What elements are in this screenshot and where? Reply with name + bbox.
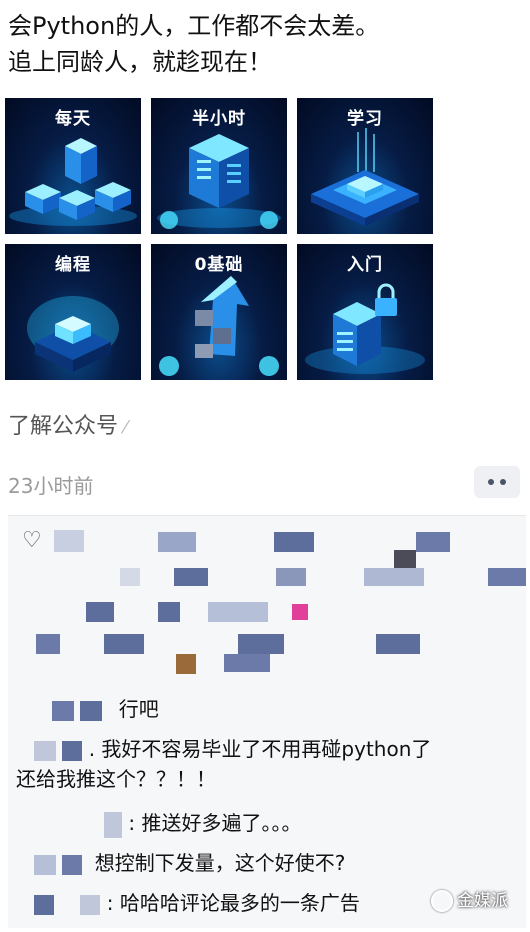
obscured-avatar — [292, 604, 308, 620]
obscured-name — [120, 568, 140, 586]
comment-text: 行吧 — [118, 697, 159, 721]
ad-line-2: 追上同龄人，就趁现在！ — [8, 48, 272, 76]
obscured-name — [488, 568, 526, 586]
obscured-commenter — [34, 894, 54, 915]
obscured-name — [376, 634, 420, 654]
heart-icon[interactable]: ♡ — [22, 528, 42, 553]
obscured-name — [36, 634, 60, 654]
comment-text: . 我好不容易毕业了不用再碰python了 — [88, 737, 432, 761]
obscured-commenter — [34, 740, 56, 761]
tile-label: 编程 — [55, 255, 91, 275]
obscured-name — [158, 532, 196, 552]
comment-text: : 推送好多遍了。。。 — [128, 811, 302, 835]
learn-more-link[interactable]: 了解公众号 ⁄ — [8, 408, 127, 440]
ad-line-1: 会Python的人，工作都不会太差。 — [8, 12, 380, 40]
obscured-commenter — [34, 854, 56, 875]
obscured-name — [364, 568, 424, 586]
comment-item[interactable]: 想控制下发量，这个好使不? — [8, 848, 526, 878]
obscured-commenter — [104, 811, 122, 838]
obscured-name — [238, 634, 284, 654]
watermark-logo-icon — [431, 890, 453, 912]
obscured-name — [174, 568, 208, 586]
comment-text: : 哈哈哈评论最多的一条广告 — [106, 891, 360, 915]
comment-panel: ♡ 行吧 . 我好不容易毕业了不用再碰python了 还给我推这个？？！！: … — [8, 515, 526, 928]
comment-item[interactable]: 行吧 — [8, 694, 526, 724]
obscured-name — [224, 654, 270, 672]
tile-programming[interactable]: 编程 — [5, 244, 141, 380]
tile-label: 0基础 — [194, 255, 244, 275]
obscured-commenter — [80, 894, 101, 915]
obscured-name — [86, 602, 114, 622]
comment-text: 想控制下发量，这个好使不? — [94, 851, 346, 875]
comment-text-continued: 还给我推这个？？！！ — [16, 767, 216, 791]
tile-label: 入门 — [347, 255, 383, 275]
comment-item[interactable]: . 我好不容易毕业了不用再碰python了 还给我推这个？？！！ — [8, 734, 526, 794]
obscured-name — [208, 602, 268, 622]
tile-daily[interactable]: 每天 — [5, 98, 141, 234]
obscured-commenter — [52, 700, 74, 721]
watermark-text: 金媒派 — [457, 891, 508, 911]
tile-label: 每天 — [55, 109, 91, 129]
ad-image-grid[interactable]: 每天 半小时 学习 编程 0基础 入门 — [5, 98, 435, 382]
tile-getting-started[interactable]: 入门 — [297, 244, 433, 380]
obscured-name — [416, 532, 450, 552]
obscured-name — [158, 602, 180, 622]
watermark: 金媒派 — [431, 886, 508, 912]
link-pin-icon: ⁄ — [124, 417, 128, 438]
obscured-commenter — [62, 854, 83, 875]
ad-text: 会Python的人，工作都不会太差。 追上同龄人，就趁现在！ — [8, 8, 522, 80]
obscured-name — [394, 550, 416, 568]
obscured-name — [54, 530, 84, 552]
obscured-commenter — [62, 740, 83, 761]
tile-half-hour[interactable]: 半小时 — [151, 98, 287, 234]
obscured-name — [276, 568, 306, 586]
obscured-commenter — [80, 700, 103, 721]
obscured-name — [104, 634, 144, 654]
learn-more-text: 了解公众号 — [8, 414, 119, 439]
tile-study[interactable]: 学习 — [297, 98, 433, 234]
obscured-name — [274, 532, 314, 552]
more-options-button[interactable] — [474, 466, 520, 498]
more-dots-icon — [488, 479, 494, 485]
likes-area: ♡ — [8, 516, 526, 686]
tile-label: 学习 — [347, 109, 383, 129]
comment-item[interactable]: : 推送好多遍了。。。 — [8, 808, 526, 838]
obscured-avatar — [176, 654, 196, 674]
tile-label: 半小时 — [192, 109, 246, 129]
post-timestamp: 23小时前 — [8, 474, 94, 498]
tile-zero-basics[interactable]: 0基础 — [151, 244, 287, 380]
more-dot — [500, 479, 506, 485]
